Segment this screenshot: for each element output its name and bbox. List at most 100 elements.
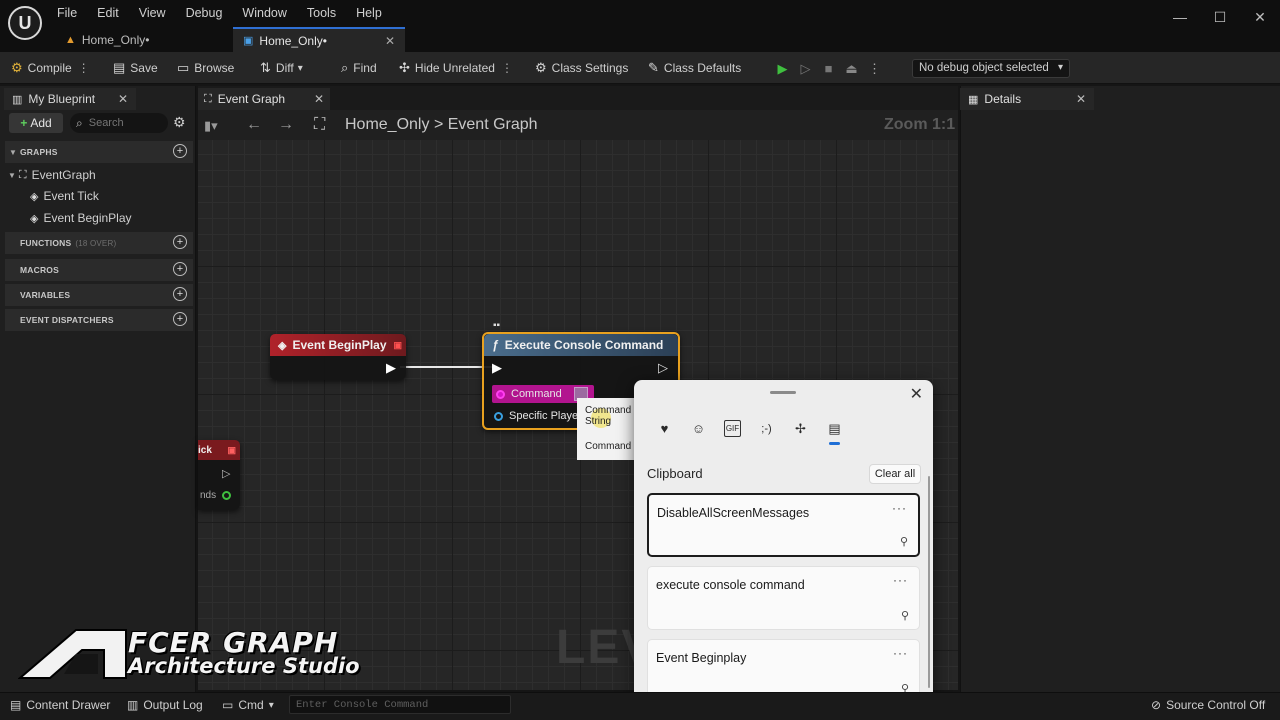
play-icon[interactable]: ▶ xyxy=(774,60,791,77)
add-event-dispatcher-icon[interactable]: + xyxy=(173,312,187,326)
add-graph-icon[interactable]: + xyxy=(173,144,187,158)
tree-item-event-tick[interactable]: ◈ Event Tick xyxy=(30,189,99,203)
doc-tab-label: Home_Only• xyxy=(81,32,150,47)
menu-window[interactable]: Window xyxy=(242,6,286,20)
diff-button[interactable]: ⇅ Diff ▾ xyxy=(260,59,303,77)
symbols-icon[interactable]: ✢ xyxy=(792,420,809,437)
section-graphs[interactable]: ▼ GRAPHS + xyxy=(5,141,193,163)
blueprint-search-input[interactable] xyxy=(88,117,159,129)
menu-help[interactable]: Help xyxy=(356,6,382,20)
menu-tools[interactable]: Tools xyxy=(307,6,336,20)
clipboard-item-text: execute console command xyxy=(656,578,805,592)
add-variable-icon[interactable]: + xyxy=(173,287,187,301)
clipboard-item-text: DisableAllScreenMessages xyxy=(657,506,810,520)
class-defaults-button[interactable]: ✎ Class Defaults xyxy=(648,59,741,77)
event-beginplay-node[interactable]: ◈ Event BeginPlay ▣ ▶ xyxy=(270,334,406,380)
dropdown-option-command[interactable]: Command xyxy=(585,441,631,452)
section-macros[interactable]: MACROS + xyxy=(5,259,193,281)
tree-item-event-beginplay[interactable]: ◈ Event BeginPlay xyxy=(30,211,132,225)
clipboard-icon[interactable]: ▤ xyxy=(826,420,843,437)
favorites-heart-icon[interactable]: ♥ xyxy=(656,420,673,437)
kaomoji-icon[interactable]: ;-) xyxy=(758,420,775,437)
collapse-arrow-icon: ▼ xyxy=(9,147,18,157)
comment-bubble-icon[interactable]: ▪▪ xyxy=(493,320,500,331)
clear-all-button[interactable]: Clear all xyxy=(869,464,921,484)
exec-pin-icon[interactable]: ▷ xyxy=(222,467,230,480)
exec-out-pin-icon[interactable]: ▷ xyxy=(658,360,668,376)
emoji-icon[interactable]: ☺ xyxy=(690,420,707,437)
class-settings-button[interactable]: ⚙ Class Settings xyxy=(535,59,628,77)
close-tab-icon[interactable]: ✕ xyxy=(385,34,395,48)
section-variables[interactable]: VARIABLES + xyxy=(5,284,193,306)
breadcrumb-root[interactable]: Home_Only xyxy=(345,116,429,133)
exec-in-pin-icon[interactable]: ▶ xyxy=(492,360,502,376)
close-icon[interactable]: ✕ xyxy=(910,384,923,404)
pin-icon[interactable]: ⚲ xyxy=(900,535,908,548)
stop-icon[interactable]: ■ xyxy=(820,60,837,77)
output-log-button[interactable]: ▥ Output Log xyxy=(127,697,203,713)
pin-icon[interactable]: ⚲ xyxy=(901,609,909,622)
close-tab-icon[interactable]: ✕ xyxy=(1076,92,1086,106)
clipboard-title: Clipboard xyxy=(647,466,703,481)
bookmark-icon[interactable]: ▮▾ xyxy=(204,118,218,134)
menu-edit[interactable]: Edit xyxy=(97,6,119,20)
section-event-dispatchers[interactable]: EVENT DISPATCHERS + xyxy=(5,309,193,331)
blueprint-search[interactable]: ⌕ xyxy=(70,113,168,133)
brand-watermark: FCER GRAPH Architecture Studio xyxy=(18,624,428,682)
section-functions[interactable]: FUNCTIONS (18 OVER) + xyxy=(5,232,193,254)
close-tab-icon[interactable]: ✕ xyxy=(118,92,128,106)
content-drawer-button[interactable]: ▤ Content Drawer xyxy=(10,697,110,713)
tree-item-eventgraph[interactable]: ▼ ⛶ EventGraph xyxy=(8,168,96,182)
function-icon: ƒ xyxy=(492,338,499,352)
specific-player-pin[interactable]: Specific Player xyxy=(494,410,582,422)
browse-button[interactable]: ▭ Browse xyxy=(177,59,234,77)
more-options-icon[interactable]: ··· xyxy=(893,573,908,587)
forward-arrow-icon[interactable]: → xyxy=(278,116,294,134)
menu-debug[interactable]: Debug xyxy=(186,6,223,20)
compile-options-icon[interactable]: ⋮ xyxy=(78,61,90,75)
functions-count: (18 OVER) xyxy=(75,238,117,248)
doc-tab-level[interactable]: ▲ Home_Only• xyxy=(55,27,230,52)
menu-file[interactable]: File xyxy=(57,6,77,20)
event-beginplay-header: ◈ Event BeginPlay ▣ xyxy=(270,334,406,356)
settings-gear-icon[interactable]: ⚙ xyxy=(173,114,186,131)
hide-unrelated-options-icon[interactable]: ⋮ xyxy=(501,61,513,75)
clipboard-scrollbar[interactable] xyxy=(928,476,930,688)
event-graph-tab[interactable]: ⛶ Event Graph ✕ xyxy=(198,88,330,110)
step-icon[interactable]: ▷ xyxy=(797,60,814,77)
more-options-icon[interactable]: ··· xyxy=(893,646,908,660)
back-arrow-icon[interactable]: ← xyxy=(246,116,262,134)
details-tab[interactable]: ▦ Details ✕ xyxy=(960,88,1094,110)
float-pin-icon[interactable] xyxy=(222,491,231,500)
debug-object-label: No debug object selected xyxy=(919,62,1049,74)
partial-event-node[interactable]: ick ▣ ▷ nds xyxy=(198,440,240,510)
dropdown-option-command-string[interactable]: Command String xyxy=(585,405,631,427)
source-control-button[interactable]: ⊘ Source Control Off xyxy=(1151,697,1265,713)
more-options-icon[interactable]: ··· xyxy=(892,501,907,515)
add-button[interactable]: + Add xyxy=(9,113,63,133)
compile-button[interactable]: ⚙ Compile ⋮ xyxy=(11,59,90,77)
exec-out-pin-icon[interactable]: ▶ xyxy=(386,360,396,376)
execute-console-command-title: Execute Console Command xyxy=(504,338,664,352)
drag-handle[interactable] xyxy=(770,391,796,394)
add-function-icon[interactable]: + xyxy=(173,235,187,249)
hide-unrelated-button[interactable]: ✣ Hide Unrelated ⋮ xyxy=(399,59,513,77)
close-tab-icon[interactable]: ✕ xyxy=(314,92,324,106)
find-button[interactable]: ⌕ Find xyxy=(341,59,377,77)
eject-icon[interactable]: ⏏ xyxy=(843,60,860,77)
my-blueprint-tab[interactable]: ▥ My Blueprint ✕ xyxy=(4,88,136,110)
console-command-field[interactable] xyxy=(289,695,511,714)
add-macro-icon[interactable]: + xyxy=(173,262,187,276)
play-options-icon[interactable]: ⋮ xyxy=(866,60,883,77)
clipboard-item[interactable]: execute console command ··· ⚲ xyxy=(647,566,920,630)
menu-view[interactable]: View xyxy=(139,6,166,20)
delegate-pin-icon[interactable]: ▣ xyxy=(393,340,402,351)
clipboard-item[interactable]: DisableAllScreenMessages ··· ⚲ xyxy=(647,493,920,557)
save-button[interactable]: ▤ Save xyxy=(113,59,158,77)
debug-object-select[interactable]: No debug object selected ▾ xyxy=(912,59,1070,78)
unreal-logo-icon[interactable]: U xyxy=(8,6,42,40)
doc-tab-blueprint[interactable]: ▣ Home_Only• ✕ xyxy=(233,27,405,52)
gif-icon[interactable]: GIF xyxy=(724,420,741,437)
cmd-selector[interactable]: ▭ Cmd ▾ xyxy=(222,697,274,713)
console-command-input[interactable] xyxy=(290,696,510,714)
